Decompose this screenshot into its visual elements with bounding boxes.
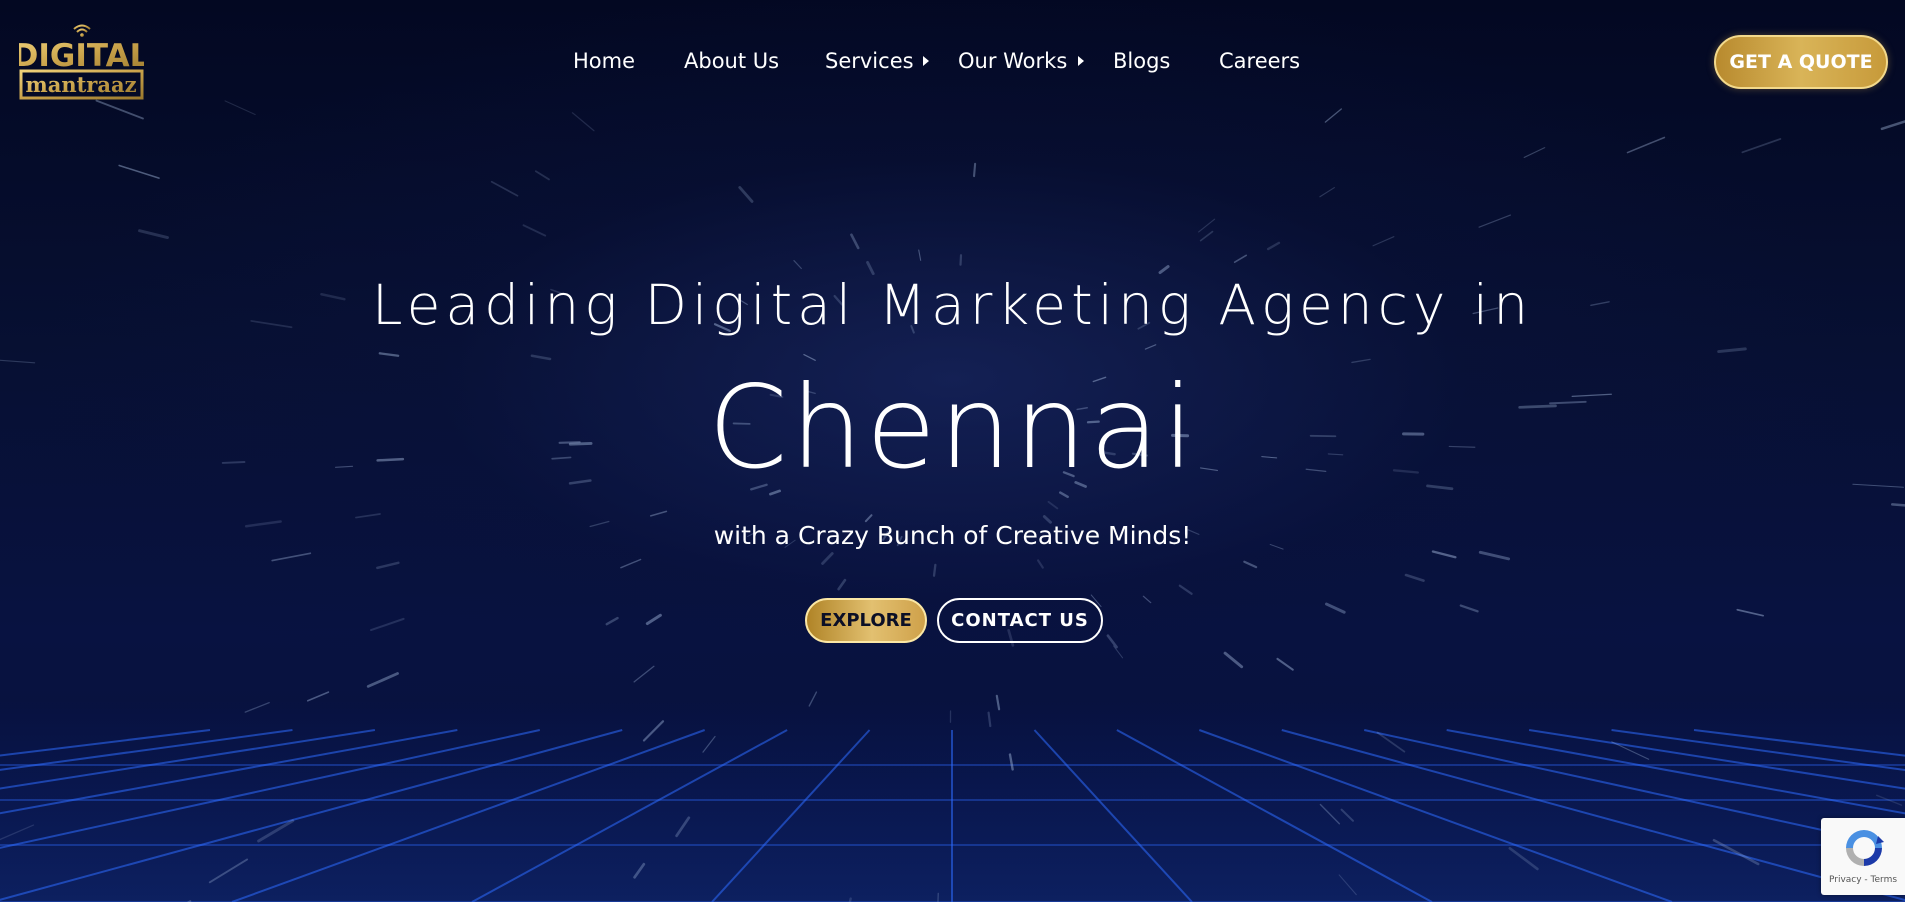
explore-button[interactable]: EXPLORE	[805, 598, 927, 643]
main-nav: Home About Us Services Our Works Blogs C…	[0, 0, 1905, 124]
light-streak	[675, 816, 691, 838]
light-streak	[0, 824, 35, 841]
light-streak	[1626, 136, 1666, 154]
light-streak	[837, 578, 847, 591]
grid-line	[0, 729, 376, 790]
light-streak	[366, 672, 399, 688]
light-streak	[1741, 138, 1782, 154]
light-streak	[1036, 559, 1044, 569]
light-streak	[1178, 584, 1193, 595]
light-streak	[244, 701, 270, 713]
light-streak	[1478, 214, 1512, 228]
light-streak	[633, 665, 655, 683]
light-streak	[1611, 741, 1650, 760]
light-streak	[1144, 344, 1157, 350]
hero-city: Chennai	[707, 361, 1198, 494]
hero-headline: Leading Digital Marketing Agency in	[371, 273, 1534, 337]
grid-line	[0, 729, 211, 757]
light-streak	[1266, 241, 1281, 251]
nav-careers[interactable]: Careers	[1219, 47, 1300, 75]
light-streak	[850, 233, 860, 250]
light-streak	[1376, 731, 1406, 753]
light-streak	[1372, 236, 1395, 247]
grid-line	[1116, 729, 1433, 902]
light-streak	[378, 352, 400, 357]
light-streak	[987, 711, 992, 728]
light-streak	[208, 858, 249, 884]
hero-cta-group: EXPLORE CONTACT US	[0, 598, 1905, 644]
light-streak	[522, 224, 547, 237]
light-streak	[1008, 753, 1014, 771]
light-streak	[138, 229, 169, 240]
light-streak	[1113, 645, 1124, 659]
light-streak	[821, 552, 834, 565]
light-streak	[1319, 803, 1341, 825]
caret-right-icon[interactable]	[923, 56, 929, 66]
grid-line	[711, 729, 871, 902]
light-streak	[271, 552, 312, 562]
light-streak	[995, 694, 1001, 711]
get-a-quote-button[interactable]: GET A QUOTE	[1714, 35, 1888, 89]
light-streak	[1243, 560, 1258, 569]
nav-blogs[interactable]: Blogs	[1113, 47, 1170, 75]
light-streak	[1340, 808, 1354, 822]
light-streak	[534, 170, 550, 181]
light-streak	[1891, 503, 1905, 507]
light-streak	[620, 558, 642, 569]
light-streak	[633, 862, 646, 879]
nav-services[interactable]: Services	[825, 47, 914, 75]
light-streak	[1875, 794, 1903, 806]
hero-subtitle: with a Crazy Bunch of Creative Minds!	[713, 521, 1192, 550]
light-streak	[848, 897, 852, 902]
grid-line	[0, 729, 458, 815]
nav-our-works[interactable]: Our Works	[958, 47, 1067, 75]
light-streak	[932, 563, 937, 577]
site-header: DIGITAL mantraaz Home About Us Services …	[0, 0, 1905, 124]
light-streak	[1276, 657, 1294, 671]
grid-line	[1198, 729, 1673, 902]
light-streak	[1508, 846, 1539, 871]
landing-page: DIGITAL mantraaz Home About Us Services …	[0, 0, 1905, 902]
light-streak	[1223, 651, 1244, 669]
light-streak	[808, 691, 818, 707]
light-streak	[1233, 254, 1248, 264]
light-streak	[972, 162, 977, 178]
light-streak	[918, 249, 922, 261]
light-streak	[793, 259, 802, 270]
recaptcha-icon	[1846, 830, 1884, 866]
light-streak	[1047, 500, 1059, 510]
light-streak	[649, 510, 668, 517]
light-streak	[1338, 874, 1357, 896]
light-streak	[490, 180, 519, 197]
grid-line	[0, 729, 293, 771]
nav-about-us[interactable]: About Us	[684, 47, 779, 75]
light-streak	[1717, 347, 1747, 354]
light-streak	[306, 691, 330, 702]
light-streak	[1198, 218, 1216, 233]
recaptcha-badge[interactable]: Privacy - Terms	[1821, 818, 1905, 895]
light-streak	[702, 735, 716, 753]
light-streak	[1199, 230, 1214, 242]
grid-line	[471, 729, 788, 902]
caret-right-icon[interactable]	[1078, 56, 1084, 66]
light-streak	[1404, 573, 1425, 582]
light-streak	[1523, 147, 1546, 158]
light-streak	[257, 819, 295, 843]
light-streak	[1319, 186, 1335, 198]
grid-line	[231, 729, 706, 902]
light-streak	[738, 186, 754, 203]
recaptcha-terms[interactable]: Privacy - Terms	[1821, 875, 1905, 885]
light-streak	[1712, 838, 1760, 866]
light-streak	[118, 164, 160, 179]
grid-line	[0, 729, 540, 849]
nav-home[interactable]: Home	[573, 47, 635, 75]
grid-floor-glow	[0, 700, 1905, 902]
grid-line	[0, 729, 623, 901]
contact-us-button[interactable]: CONTACT US	[937, 598, 1103, 643]
light-streak	[642, 720, 665, 742]
grid-line	[1281, 729, 1905, 902]
grid-line	[1033, 729, 1193, 902]
light-streak	[376, 561, 400, 570]
